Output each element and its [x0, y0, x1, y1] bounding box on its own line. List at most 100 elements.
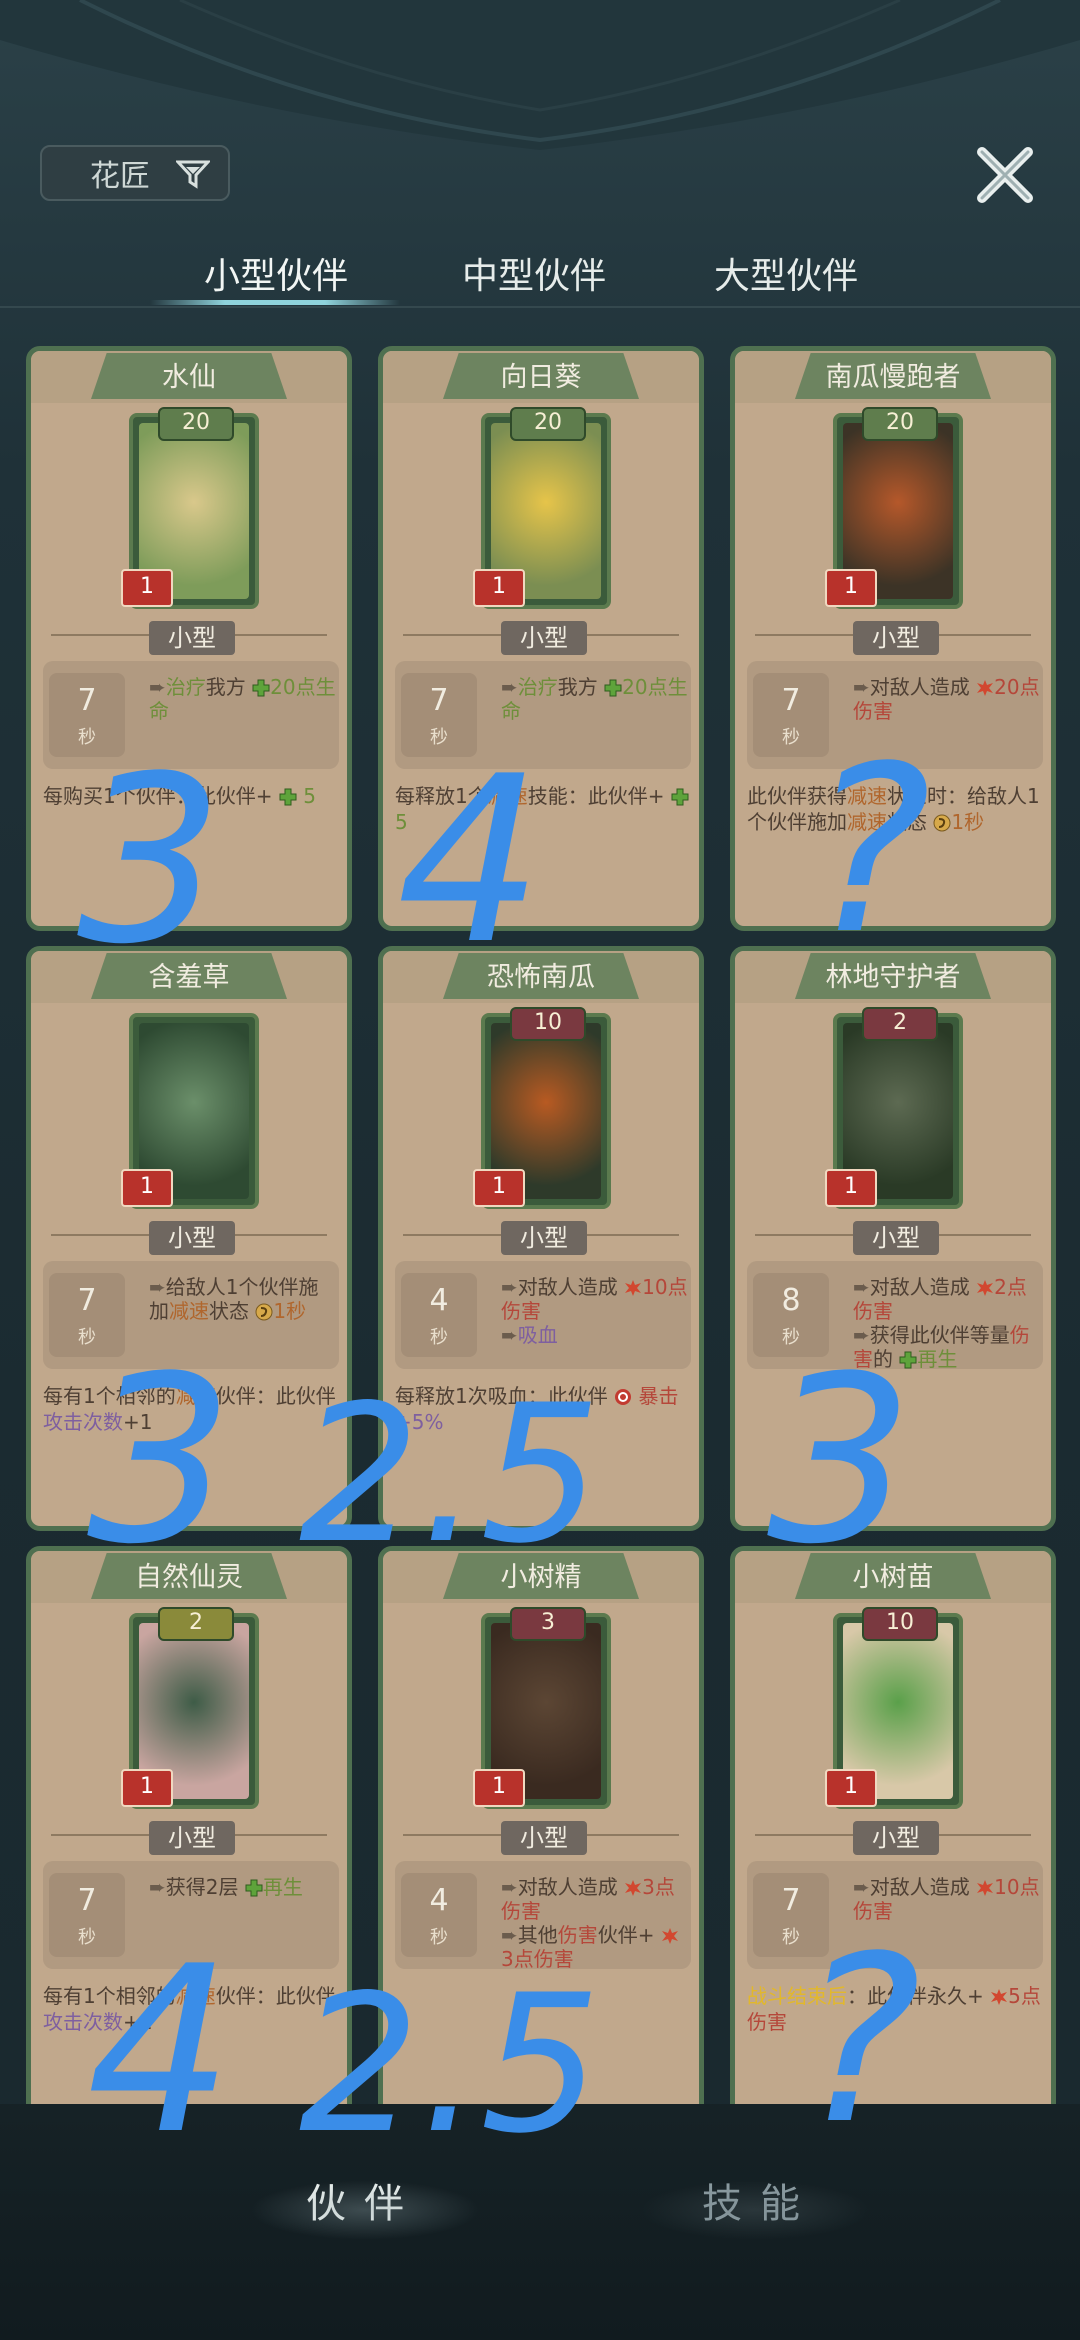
- partner-card[interactable]: 南瓜慢跑者 20 1 小型 7 秒 ➨对敌人造成 20点伤害 此伙伴获得减速状态时：给敌人1个…: [730, 346, 1056, 931]
- cooldown-box: 7秒: [49, 673, 125, 757]
- passive-text: 5: [395, 810, 408, 834]
- effect-text: 伤害: [557, 1923, 598, 1947]
- passive-text: +1: [123, 2010, 153, 2034]
- effect-text: 再生: [917, 1347, 958, 1371]
- partner-type-label: 小型: [853, 1221, 939, 1255]
- heal-cross-icon: [252, 675, 270, 699]
- passive-description: 此伙伴获得减速状态时：给敌人1个伙伴施加减速状态 1秒: [747, 783, 1047, 835]
- passive-text: ：此伙伴永久+: [847, 1984, 991, 2008]
- filter-dropdown[interactable]: 花匠: [40, 145, 230, 201]
- skill-box: 7 秒 ➨给敌人1个伙伴施加减速状态 1秒: [43, 1261, 339, 1369]
- effect-text: 对敌人造成: [869, 1275, 977, 1299]
- arrow-icon: ➨: [149, 1275, 166, 1299]
- card-name: 林地守护者: [825, 962, 961, 993]
- level-badge: 10: [510, 1007, 586, 1041]
- damage-burst-icon: [661, 1923, 679, 1947]
- damage-burst-icon: [624, 1275, 642, 1299]
- cooldown-unit: 秒: [78, 1327, 96, 1348]
- cooldown-value: 8: [781, 1283, 801, 1318]
- cooldown-value: 7: [429, 683, 449, 718]
- cooldown-unit: 秒: [782, 727, 800, 748]
- card-name: 向日葵: [500, 362, 582, 393]
- skill-box: 7 秒 ➨对敌人造成 20点伤害: [747, 661, 1043, 769]
- passive-text: 伙伴：此伙伴: [215, 1984, 336, 2008]
- passive-description: 每释放1次吸血：此伙伴 暴击 +5%: [395, 1383, 695, 1435]
- cost-tag: 1: [121, 1769, 173, 1807]
- passive-description: 每释放1个减速技能：此伙伴+ 5: [395, 783, 695, 835]
- effect-text: 我方: [205, 675, 253, 699]
- cooldown-box: 7秒: [49, 1273, 125, 1357]
- skill-effect: ➨给敌人1个伙伴施加减速状态 1秒: [149, 1275, 337, 1323]
- effect-text: 获得2层: [165, 1875, 245, 1899]
- passive-text: 减速: [847, 784, 887, 808]
- partner-card[interactable]: 林地守护者 2 1 小型 8 秒 ➨对敌人造成 2点伤害 ➨获得此伙伴等量伤害的 再生: [730, 946, 1056, 1531]
- effect-text: 减速: [169, 1299, 209, 1323]
- level-badge: 10: [862, 1607, 938, 1641]
- partner-card[interactable]: 小树苗 10 1 小型 7 秒 ➨对敌人造成 10点伤害 战斗结束后：此伙伴永久+ 5点伤害: [730, 1546, 1056, 2106]
- passive-text: 5: [296, 784, 316, 808]
- passive-text: 攻击次数: [43, 1410, 123, 1434]
- effect-text: 对敌人造成: [869, 1875, 977, 1899]
- arrow-icon: ➨: [149, 1875, 166, 1899]
- skill-effect: ➨获得2层 再生: [149, 1875, 337, 1899]
- skill-box: 4 秒 ➨对敌人造成 3点伤害 ➨其他伤害伙伴+ 3点伤害: [395, 1861, 691, 1971]
- cost-tag: 1: [825, 569, 877, 607]
- partner-type-label: 小型: [149, 1221, 235, 1255]
- passive-text: 每有1个相邻的: [43, 1984, 176, 2008]
- skill-box: 4 秒 ➨对敌人造成 10点伤害 ➨吸血: [395, 1261, 691, 1369]
- cooldown-unit: 秒: [430, 1927, 448, 1948]
- partner-card-grid: 水仙 20 1 小型 7 秒 ➨治疗我方 20点生命 每购买1个伙伴：此伙伴+ 5 向日葵 20 1…: [26, 346, 1056, 2106]
- skill-effect: ➨对敌人造成 20点伤害: [853, 675, 1041, 723]
- cooldown-box: 7秒: [401, 673, 477, 757]
- cooldown-box: 7秒: [753, 673, 829, 757]
- skill-effect: ➨其他伤害伙伴+ 3点伤害: [501, 1923, 689, 1971]
- tab-divider: [0, 306, 1080, 308]
- partner-type-label: 小型: [149, 1821, 235, 1855]
- heal-cross-icon: [899, 1347, 917, 1371]
- effect-text: 对敌人造成: [517, 1275, 625, 1299]
- close-icon[interactable]: [970, 140, 1040, 210]
- partner-card[interactable]: 含羞草 1 小型 7 秒 ➨给敌人1个伙伴施加减速状态 1秒 每有1个相邻的减速伙伴：此伙伴…: [26, 946, 352, 1531]
- cooldown-value: 7: [781, 683, 801, 718]
- cost-tag: 1: [825, 1769, 877, 1807]
- cost-tag: 1: [473, 1169, 525, 1207]
- slow-snail-icon: [933, 810, 951, 834]
- skill-effect: ➨获得此伙伴等量伤害的 再生: [853, 1323, 1041, 1371]
- effect-text: 对敌人造成: [517, 1875, 625, 1899]
- damage-burst-icon: [990, 1984, 1008, 2008]
- passive-description: 战斗结束后：此伙伴永久+ 5点伤害: [747, 1983, 1047, 2035]
- effect-text: 伙伴+: [597, 1923, 661, 1947]
- partner-card[interactable]: 向日葵 20 1 小型 7 秒 ➨治疗我方 20点生命 每释放1个减速技能：此伙伴+ 5: [378, 346, 704, 931]
- damage-burst-icon: [976, 1275, 994, 1299]
- cooldown-unit: 秒: [782, 1327, 800, 1348]
- level-badge: 3: [510, 1607, 586, 1641]
- passive-text: 1秒: [951, 810, 985, 834]
- cooldown-box: 7秒: [49, 1873, 125, 1957]
- passive-text: 状态: [887, 810, 934, 834]
- partner-card[interactable]: 恐怖南瓜 10 1 小型 4 秒 ➨对敌人造成 10点伤害 ➨吸血 每释放1次吸血：此伙伴 暴击…: [378, 946, 704, 1531]
- partner-card[interactable]: 水仙 20 1 小型 7 秒 ➨治疗我方 20点生命 每购买1个伙伴：此伙伴+ 5: [26, 346, 352, 931]
- cost-tag: 1: [121, 1169, 173, 1207]
- effect-text: 再生: [262, 1875, 303, 1899]
- cooldown-value: 7: [77, 683, 97, 718]
- partner-card[interactable]: 自然仙灵 2 1 小型 7 秒 ➨获得2层 再生 每有1个相邻的减速伙伴：此伙伴攻击次数+1: [26, 1546, 352, 2106]
- passive-text: 暴击: [632, 1384, 679, 1408]
- heal-cross-icon: [245, 1875, 263, 1899]
- damage-burst-icon: [624, 1875, 642, 1899]
- crit-target-icon: [614, 1384, 632, 1408]
- arrow-icon: ➨: [853, 675, 870, 699]
- partner-type-label: 小型: [853, 1821, 939, 1855]
- partner-card[interactable]: 小树精 3 1 小型 4 秒 ➨对敌人造成 3点伤害 ➨其他伤害伙伴+ 3点伤害: [378, 1546, 704, 2106]
- cooldown-unit: 秒: [78, 727, 96, 748]
- card-name: 恐怖南瓜: [487, 962, 595, 993]
- arrow-icon: ➨: [853, 1323, 870, 1347]
- effect-text: 3点伤害: [501, 1947, 574, 1971]
- skill-box: 7 秒 ➨获得2层 再生: [43, 1861, 339, 1969]
- tab-large-partner[interactable]: 大型伙伴: [656, 238, 916, 308]
- card-name: 水仙: [162, 362, 216, 393]
- cooldown-unit: 秒: [430, 727, 448, 748]
- skill-effect: ➨治疗我方 20点生命: [501, 675, 689, 723]
- passive-description: 每购买1个伙伴：此伙伴+ 5: [43, 783, 343, 809]
- tab-medium-partner[interactable]: 中型伙伴: [404, 238, 664, 308]
- tab-small-partner[interactable]: 小型伙伴: [146, 238, 406, 308]
